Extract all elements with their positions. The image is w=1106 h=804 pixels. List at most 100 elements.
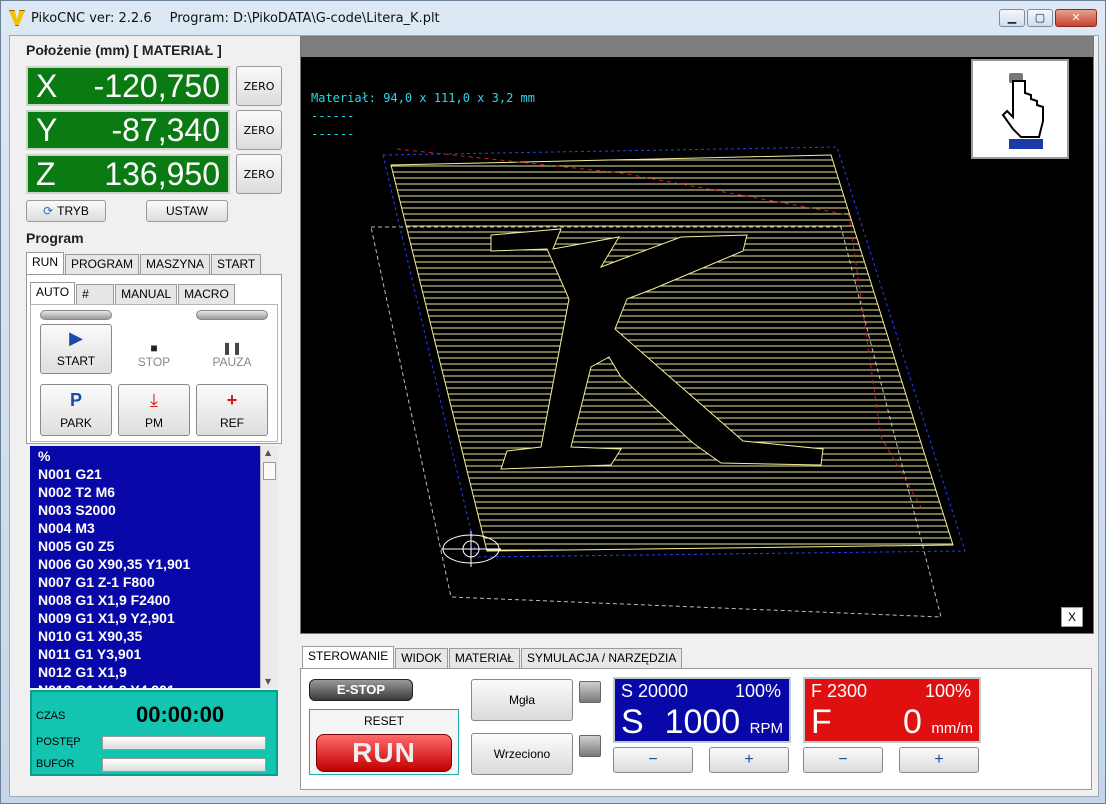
gcode-line[interactable]: N003 S2000 [38, 501, 252, 519]
ref-label: REF [220, 416, 244, 430]
ref-button[interactable]: + REF [196, 384, 268, 436]
program-tabs: RUN PROGRAM MASZYNA START [26, 252, 262, 274]
pm-label: PM [145, 416, 163, 430]
mgla-indicator [579, 681, 601, 703]
gcode-line[interactable]: N009 G1 X1,9 Y2,901 [38, 609, 252, 627]
left-slider-bar [40, 310, 112, 320]
gcode-line[interactable]: N008 G1 X1,9 F2400 [38, 591, 252, 609]
zero-z-button[interactable]: ZERO [236, 154, 282, 194]
subtab-manual[interactable]: MANUAL [115, 284, 178, 304]
tab-widok[interactable]: WIDOK [395, 648, 448, 668]
zero-x-button[interactable]: ZERO [236, 66, 282, 106]
app-window: PikoCNC ver: 2.2.6 Program: D:\PikoDATA\… [0, 0, 1106, 804]
tab-program[interactable]: PROGRAM [65, 254, 140, 274]
gcode-line[interactable]: N001 G21 [38, 465, 252, 483]
gcode-line[interactable]: N002 T2 M6 [38, 483, 252, 501]
run-button[interactable]: RUN [316, 734, 452, 772]
tryb-button[interactable]: ⟳ TRYB [26, 200, 106, 222]
gcode-line[interactable]: N004 M3 [38, 519, 252, 537]
start-button[interactable]: ▶ START [40, 324, 112, 374]
tab-start[interactable]: START [211, 254, 262, 274]
gcode-scrollbar[interactable]: ▲ ▼ [260, 446, 278, 688]
feed-minus-button[interactable]: − [803, 747, 883, 773]
axis-z-display: Z 136,950 [26, 154, 230, 194]
feed-unit: mm/m [931, 720, 973, 737]
app-title: PikoCNC ver: 2.2.6 [31, 10, 152, 26]
tab-symulacja[interactable]: SYMULACJA / NARZĘDZIA [521, 648, 683, 668]
gcode-line[interactable]: N013 G1 X1,9 Y4,901 [38, 681, 252, 688]
gcode-line[interactable]: N011 G1 Y3,901 [38, 645, 252, 663]
pm-button[interactable]: ⤓ PM [118, 384, 190, 436]
scroll-down-icon[interactable]: ▼ [265, 677, 271, 686]
axis-z-label: Z [36, 155, 56, 192]
pause-icon: ❚❚ [221, 341, 243, 355]
hand-mode-button[interactable] [971, 59, 1069, 159]
run-subtabs: AUTO # MANUAL MACRO [30, 282, 236, 304]
close-button[interactable]: ✕ [1055, 9, 1097, 27]
scroll-up-icon[interactable]: ▲ [265, 448, 271, 457]
control-tabs: STEROWANIE WIDOK MATERIAŁ SYMULACJA / NA… [302, 646, 683, 668]
pause-label: PAUZA [212, 355, 252, 369]
axis-z-value: 136,950 [104, 155, 220, 192]
estop-button[interactable]: E-STOP [309, 679, 413, 701]
spindle-percent: 100% [734, 681, 781, 701]
gcode-line[interactable]: N006 G0 X90,35 Y1,901 [38, 555, 252, 573]
title-bar: PikoCNC ver: 2.2.6 Program: D:\PikoDATA\… [1, 1, 1106, 35]
spindle-value: 1000 [664, 703, 741, 741]
gcode-listing[interactable]: % N001 G21 N002 T2 M6 N003 S2000 N004 M3 N005… [30, 446, 260, 688]
wrzeciono-button[interactable]: Wrzeciono [471, 733, 573, 775]
tab-sterowanie[interactable]: STEROWANIE [302, 646, 395, 668]
bufor-progress-bar [102, 758, 266, 772]
gcode-line[interactable]: N010 G1 X90,35 [38, 627, 252, 645]
maximize-button[interactable]: ▢ [1027, 9, 1053, 27]
feed-value: 0 [902, 703, 922, 741]
spindle-unit: RPM [749, 720, 783, 737]
view-close-button[interactable]: X [1061, 607, 1083, 627]
start-label: START [56, 354, 96, 368]
tab-material[interactable]: MATERIAŁ [448, 648, 521, 668]
feed-plus-button[interactable]: + [899, 747, 979, 773]
spindle-display: S 20000 100% S 1000 RPM [613, 677, 791, 743]
tryb-label: TRYB [57, 204, 89, 218]
stop-icon: ■ [150, 341, 158, 355]
minimize-button[interactable]: ▁ [999, 9, 1025, 27]
zero-y-button[interactable]: ZERO [236, 110, 282, 150]
tab-maszyna[interactable]: MASZYNA [140, 254, 211, 274]
program-path: Program: D:\PikoDATA\G-code\Litera_K.plt [169, 10, 440, 26]
axis-y-label: Y [36, 111, 58, 148]
subtab-auto[interactable]: AUTO [30, 282, 76, 304]
subtab-macro[interactable]: MACRO [178, 284, 235, 304]
gcode-line[interactable]: % [38, 447, 252, 465]
bufor-label: BUFOR [36, 758, 75, 770]
gcode-line[interactable]: N012 G1 X1,9 [38, 663, 252, 681]
feed-display: F 2300 100% F 0 mm/m [803, 677, 981, 743]
park-button[interactable]: P PARK [40, 384, 112, 436]
client-area: Położenie (mm) [ MATERIAŁ ] X -120,750 Z… [9, 35, 1099, 797]
position-header: Położenie (mm) [ MATERIAŁ ] [26, 42, 222, 58]
postep-progress-bar [102, 736, 266, 750]
gcode-line[interactable]: N005 G0 Z5 [38, 537, 252, 555]
spindle-value-group: 1000 RPM [665, 703, 783, 742]
feed-value-group: 0 mm/m [903, 703, 973, 742]
feed-letter: F [811, 703, 832, 741]
toolpath-view[interactable]: Materiał: 94,0 x 111,0 x 3,2 mm ------ -… [300, 36, 1094, 634]
spindle-letter: S [621, 703, 644, 741]
right-slider-bar [196, 310, 268, 320]
pause-button[interactable]: ❚❚ PAUZA [196, 324, 268, 374]
reset-label[interactable]: RESET [310, 714, 458, 728]
stop-button[interactable]: ■ STOP [118, 324, 190, 374]
gcode-line[interactable]: N007 G1 Z-1 F800 [38, 573, 252, 591]
reset-run-group: RESET RUN [309, 709, 459, 775]
scrollbar-thumb[interactable] [263, 462, 276, 480]
mgla-button[interactable]: Mgła [471, 679, 573, 721]
czas-label: CZAS [36, 710, 66, 722]
subtab-hash[interactable]: # [76, 284, 115, 304]
spindle-plus-button[interactable]: + [709, 747, 789, 773]
spindle-minus-button[interactable]: − [613, 747, 693, 773]
postep-label: POSTĘP [36, 736, 81, 748]
feed-max: F 2300 [811, 681, 868, 701]
tab-run[interactable]: RUN [26, 252, 64, 274]
park-label: PARK [60, 416, 92, 430]
axis-x-display: X -120,750 [26, 66, 230, 106]
ustaw-button[interactable]: USTAW [146, 200, 228, 222]
